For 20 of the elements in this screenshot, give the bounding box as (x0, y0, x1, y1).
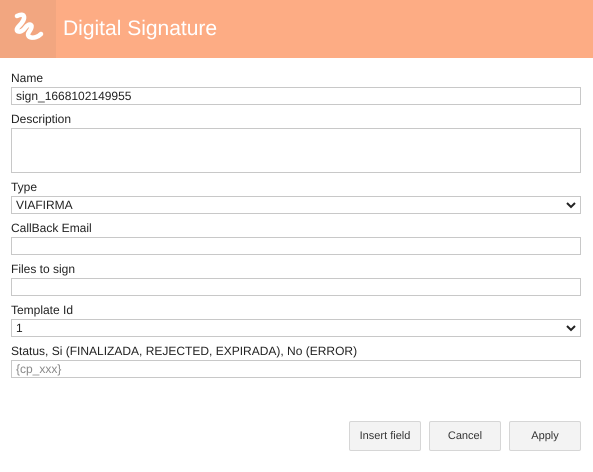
field-label: Name (11, 71, 44, 87)
dialog-button[interactable]: Insert field (349, 421, 421, 451)
field-label: Description (11, 112, 72, 128)
field-label: Files to sign (11, 262, 76, 278)
dropdown[interactable]: 1 (11, 319, 581, 337)
input-field[interactable]: {cp_xxx} (11, 360, 581, 378)
field-label: Status, Si (FINALIZADA, REJECTED, EXPIRADA), No (ERROR) (11, 344, 358, 360)
dialog-button[interactable]: Cancel (429, 421, 501, 451)
chevron-down-icon (566, 325, 576, 332)
chevron-down-icon (566, 202, 576, 209)
dialog-button[interactable]: Apply (509, 421, 581, 451)
input-field[interactable] (11, 278, 581, 296)
input-field[interactable]: sign_1668102149955 (11, 87, 581, 105)
field-label: Template Id (11, 303, 74, 319)
field-label: Type (11, 180, 38, 196)
input-field[interactable] (11, 237, 581, 255)
dropdown[interactable]: VIAFIRMA (11, 196, 581, 214)
window-title: Digital Signature (63, 16, 218, 42)
description-field[interactable] (11, 128, 581, 173)
field-label: CallBack Email (11, 221, 93, 237)
